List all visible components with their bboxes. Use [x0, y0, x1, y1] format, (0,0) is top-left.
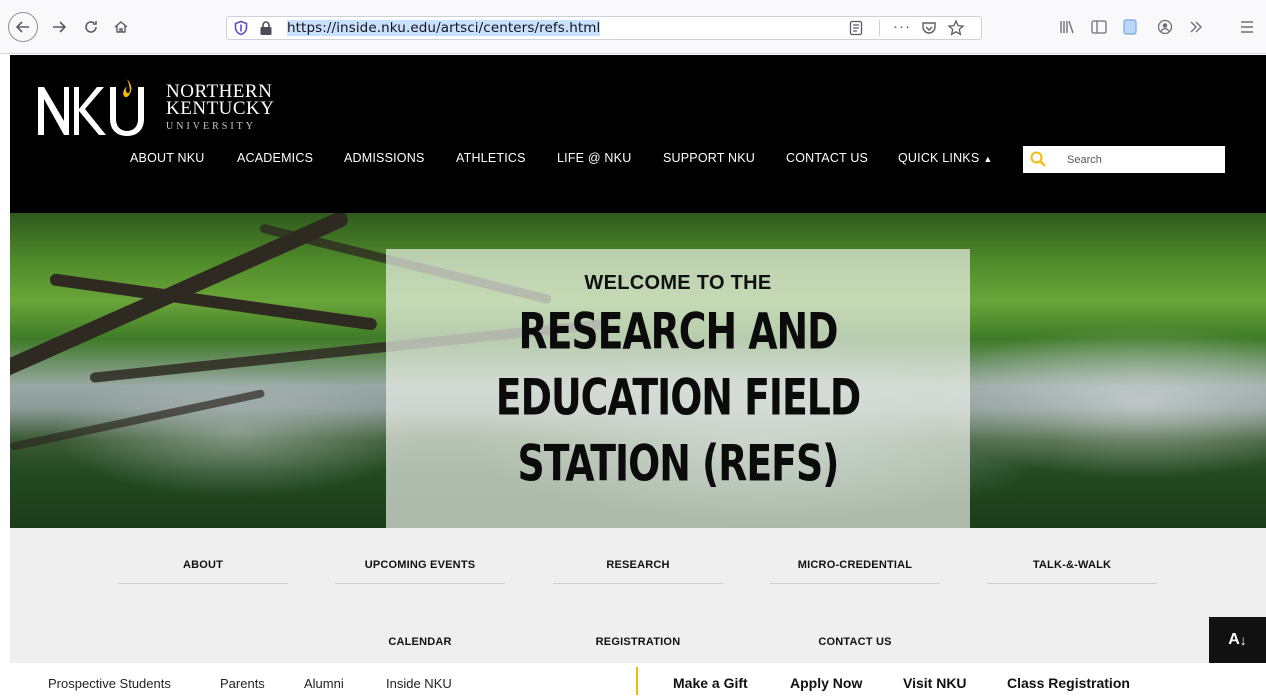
accessibility-button[interactable]: A ↓ [1209, 617, 1266, 663]
subnav-registration[interactable]: REGISTRATION [553, 636, 723, 648]
caret-up-icon: ▲ [983, 154, 993, 164]
wordmark-line-2: KENTUCKY [166, 98, 275, 119]
footer-divider [636, 667, 638, 695]
reload-button[interactable] [78, 14, 104, 40]
browser-toolbar: https://inside.nku.edu/artsci/centers/re… [0, 0, 1266, 54]
section-navigation: ABOUT UPCOMING EVENTS RESEARCH MICRO-CRE… [10, 528, 1266, 663]
shield-icon[interactable] [233, 20, 249, 36]
subnav-micro-credential[interactable]: MICRO-CREDENTIAL [770, 559, 940, 584]
subnav-about[interactable]: ABOUT [118, 559, 288, 584]
subnav-calendar[interactable]: CALENDAR [335, 636, 505, 648]
nku-logo-icon [38, 79, 144, 136]
search-icon[interactable] [1029, 150, 1047, 168]
audience-bar: Prospective Students Parents Alumni Insi… [0, 663, 1266, 696]
subnav-talk-and-walk[interactable]: TALK-&-WALK [987, 559, 1157, 584]
reader-view-icon[interactable] [848, 20, 864, 36]
accessibility-label: A [1228, 631, 1240, 648]
link-visit-nku[interactable]: Visit NKU [903, 675, 967, 691]
link-parents[interactable]: Parents [220, 676, 265, 691]
screenshot-icon[interactable] [1121, 18, 1139, 36]
subnav-research-label: RESEARCH [606, 559, 670, 571]
nav-about-nku[interactable]: ABOUT NKU [130, 151, 205, 165]
subnav-contact-us[interactable]: CONTACT US [770, 636, 940, 648]
site-header: NORTHERN KENTUCKY UNIVERSITY ABOUT NKU A… [10, 55, 1266, 213]
nav-life-at-nku[interactable]: LIFE @ NKU [557, 151, 631, 165]
back-icon [15, 21, 29, 33]
subnav-registration-label: REGISTRATION [595, 636, 681, 648]
subnav-calendar-label: CALENDAR [388, 636, 452, 648]
address-bar[interactable]: https://inside.nku.edu/artsci/centers/re… [226, 16, 982, 40]
nav-academics[interactable]: ACADEMICS [237, 151, 313, 165]
pocket-icon[interactable] [921, 20, 937, 36]
accessibility-arrow-icon: ↓ [1239, 632, 1247, 648]
hero-title-line-1: RESEARCH AND [518, 302, 838, 361]
site-search [1023, 146, 1225, 173]
hero-branch [10, 389, 266, 451]
subnav-talk-and-walk-label: TALK-&-WALK [1032, 559, 1112, 571]
wordmark-line-3: UNIVERSITY [166, 121, 256, 132]
lock-icon[interactable] [259, 20, 273, 36]
nav-support-nku[interactable]: SUPPORT NKU [663, 151, 755, 165]
subnav-about-label: ABOUT [182, 559, 224, 571]
sidebar-icon[interactable] [1090, 18, 1108, 36]
address-bar-separator [879, 20, 880, 36]
link-apply-now[interactable]: Apply Now [790, 675, 862, 691]
forward-button[interactable] [46, 14, 72, 40]
forward-icon [53, 21, 67, 33]
home-button[interactable] [108, 14, 134, 40]
link-class-registration[interactable]: Class Registration [1007, 675, 1130, 691]
subnav-contact-us-label: CONTACT US [818, 636, 892, 648]
nav-contact-us[interactable]: CONTACT US [786, 151, 868, 165]
search-input[interactable] [1067, 151, 1217, 169]
nav-admissions[interactable]: ADMISSIONS [344, 151, 425, 165]
nav-quick-links[interactable]: QUICK LINKS ▲ [898, 151, 993, 165]
reload-icon [85, 21, 97, 33]
subnav-upcoming-events[interactable]: UPCOMING EVENTS [335, 559, 505, 584]
hero-welcome-text: WELCOME TO THE [584, 272, 772, 294]
library-icon[interactable] [1058, 18, 1076, 36]
quick-links-label: QUICK LINKS [898, 151, 980, 165]
link-alumni[interactable]: Alumni [304, 676, 344, 691]
subnav-underline [335, 583, 505, 584]
hero-title-panel: WELCOME TO THE RESEARCH AND EDUCATION FI… [386, 249, 970, 528]
hero-title-line-3: STATION (REFS) [517, 434, 840, 493]
bookmark-star-icon[interactable] [947, 19, 965, 37]
subnav-research[interactable]: RESEARCH [553, 559, 723, 584]
subnav-underline [118, 583, 288, 584]
account-icon[interactable] [1156, 18, 1174, 36]
subnav-underline [553, 583, 723, 584]
home-icon [114, 21, 128, 33]
link-make-a-gift[interactable]: Make a Gift [673, 675, 748, 691]
menu-icon[interactable] [1238, 18, 1256, 36]
link-inside-nku[interactable]: Inside NKU [386, 676, 452, 691]
more-icon[interactable]: ··· [893, 18, 911, 35]
hero-banner: WELCOME TO THE RESEARCH AND EDUCATION FI… [10, 213, 1266, 528]
subnav-upcoming-events-label: UPCOMING EVENTS [364, 559, 476, 571]
subnav-underline [770, 583, 940, 584]
url-text[interactable]: https://inside.nku.edu/artsci/centers/re… [287, 20, 601, 36]
subnav-underline [987, 583, 1157, 584]
subnav-micro-credential-label: MICRO-CREDENTIAL [797, 559, 913, 571]
hero-title-line-2: EDUCATION FIELD [495, 368, 861, 427]
overflow-icon[interactable] [1187, 18, 1205, 36]
nku-logo[interactable] [36, 77, 156, 139]
link-prospective-students[interactable]: Prospective Students [48, 676, 171, 691]
back-button[interactable] [8, 12, 38, 42]
nav-athletics[interactable]: ATHLETICS [456, 151, 526, 165]
university-wordmark[interactable]: NORTHERN KENTUCKY UNIVERSITY [166, 82, 275, 135]
